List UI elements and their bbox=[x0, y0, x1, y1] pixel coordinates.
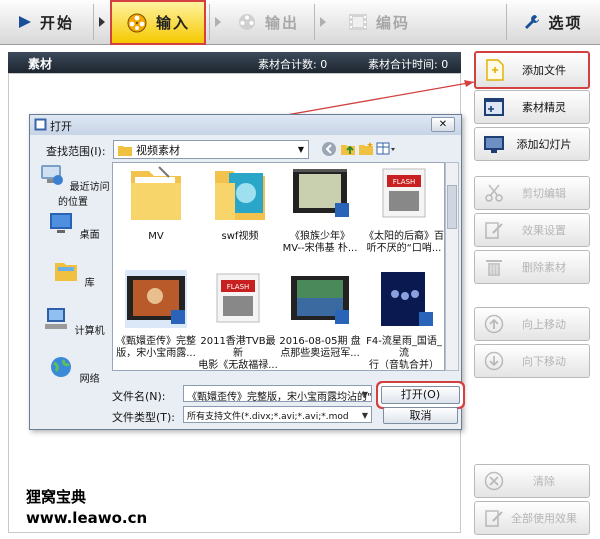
open-button[interactable]: 打开(O) bbox=[381, 386, 460, 404]
file-list-scrollbar[interactable] bbox=[445, 162, 459, 371]
file-item-flash[interactable]: FLASH 2011香港TVB最新 电影《无敌福禄... bbox=[197, 270, 279, 371]
file-item-label: 《狼族少年》 bbox=[290, 231, 350, 242]
recent-places-icon bbox=[41, 165, 64, 185]
folder-icon bbox=[118, 145, 132, 156]
place-desktop[interactable]: 桌面 bbox=[36, 211, 110, 241]
file-item-video[interactable]: F4-流星雨_国语_流 行（音轨合并） bbox=[363, 270, 444, 371]
file-item-flash[interactable]: FLASH 《太阳的后裔》百 听不厌的“口哨... bbox=[363, 165, 444, 255]
flash-badge-text: FLASH bbox=[393, 178, 416, 186]
dialog-titlebar[interactable]: 打开 ✕ bbox=[30, 115, 461, 135]
flash-badge-text: FLASH bbox=[227, 283, 250, 291]
file-item-label: 2011香港TVB最新 bbox=[200, 336, 276, 359]
place-network-label: 网络 bbox=[79, 374, 100, 385]
file-item-label: 2016-08-05期 盘 bbox=[279, 336, 361, 347]
file-item-folder-mv[interactable]: MV bbox=[115, 165, 197, 243]
file-name-label: 文件名(N): bbox=[112, 390, 166, 403]
watermark-title: 狸窝宝典 bbox=[26, 488, 87, 506]
file-item-label-line2: 行（音轨合并） bbox=[369, 360, 439, 371]
chevron-down-icon: ▼ bbox=[297, 145, 304, 154]
flash-file-icon: FLASH bbox=[382, 168, 426, 218]
file-item-label-line2: 听不厌的“口哨... bbox=[366, 243, 442, 254]
video-thumbnail-icon bbox=[293, 169, 349, 217]
file-type-dropdown[interactable]: 所有支持文件(*.divx;*.avi;*.avi;*.mod ▼ bbox=[183, 406, 372, 423]
place-desktop-label: 桌面 bbox=[79, 230, 100, 241]
video-thumbnail-icon bbox=[291, 276, 349, 324]
place-computer-label: 计算机 bbox=[74, 326, 105, 337]
file-name-value: 《甄嬛歪传》完整版，宋小宝雨露均沾的" bbox=[187, 392, 372, 402]
dialog-title: 打开 bbox=[50, 120, 72, 133]
flash-file-icon: FLASH bbox=[216, 273, 260, 323]
app-window: 开始 输入 输出 编码 选项 素材 素材合计数: 0 素材合计时间: 0 添加文… bbox=[0, 0, 600, 539]
open-file-dialog: 打开 ✕ 查找范围(I): 视频素材 ▼ 最近访问的位置 桌面 库 计算机 网络… bbox=[29, 114, 462, 430]
file-item-video-selected[interactable]: 《甄嬛歪传》完整 版，宋小宝雨露... bbox=[115, 270, 197, 360]
dialog-app-icon bbox=[34, 118, 47, 131]
place-library[interactable]: 库 bbox=[36, 259, 110, 289]
scrollbar-thumb[interactable] bbox=[447, 185, 457, 229]
places-bar: 最近访问的位置 桌面 库 计算机 网络 bbox=[36, 163, 110, 403]
video-thumbnail-icon bbox=[125, 270, 187, 328]
place-network[interactable]: 网络 bbox=[36, 355, 110, 385]
chevron-down-icon: ▼ bbox=[361, 390, 368, 399]
back-icon[interactable] bbox=[321, 141, 337, 157]
file-item-label: F4-流星雨_国语_流 bbox=[366, 336, 442, 359]
place-recent-label: 最近访问的位置 bbox=[58, 182, 110, 208]
watermark: 狸窝宝典 www.leawo.cn bbox=[26, 487, 147, 529]
file-item-label-line2: 电影《无敌福禄... bbox=[198, 360, 278, 371]
folder-icon bbox=[131, 166, 181, 220]
dialog-close-button[interactable]: ✕ bbox=[431, 117, 455, 132]
watermark-url: www.leawo.cn bbox=[26, 509, 148, 527]
desktop-icon bbox=[50, 213, 73, 233]
file-item-video[interactable]: 《狼族少年》 MV--宋伟基 朴... bbox=[279, 165, 361, 255]
file-item-label-line2: 点那些奥运冠军... bbox=[280, 348, 360, 359]
file-type-value: 所有支持文件(*.divx;*.avi;*.avi;*.mod bbox=[187, 412, 349, 422]
media-folder-icon bbox=[215, 171, 265, 220]
file-item-label-line2: MV--宋伟基 朴... bbox=[282, 243, 358, 254]
look-in-label: 查找范围(I): bbox=[46, 145, 106, 158]
file-item-label-line2: 版，宋小宝雨露... bbox=[116, 348, 196, 359]
place-computer[interactable]: 计算机 bbox=[36, 307, 110, 337]
new-folder-icon[interactable] bbox=[358, 141, 374, 157]
up-folder-icon[interactable] bbox=[340, 141, 356, 157]
file-item-label: swf视频 bbox=[221, 231, 259, 242]
file-item-video[interactable]: 2016-08-05期 盘 点那些奥运冠军... bbox=[279, 270, 361, 360]
file-item-folder-swf[interactable]: swf视频 bbox=[199, 165, 281, 243]
file-type-label: 文件类型(T): bbox=[112, 411, 176, 424]
file-item-label: 《太阳的后裔》百 bbox=[364, 231, 444, 242]
place-recent[interactable]: 最近访问的位置 bbox=[36, 163, 110, 208]
file-name-field[interactable]: 《甄嬛歪传》完整版，宋小宝雨露均沾的" ▼ bbox=[183, 385, 372, 402]
computer-icon bbox=[45, 308, 68, 329]
network-globe-icon bbox=[51, 357, 72, 377]
file-item-label: MV bbox=[148, 231, 164, 242]
file-list-view[interactable]: MV swf视频 《狼族少年》 MV--宋伟基 朴... FLASH 《太阳的后… bbox=[112, 162, 445, 371]
library-icon bbox=[55, 263, 78, 281]
chevron-down-icon: ▼ bbox=[361, 411, 368, 420]
cancel-button[interactable]: 取消 bbox=[383, 407, 458, 424]
look-in-dropdown[interactable]: 视频素材 ▼ bbox=[113, 140, 309, 159]
place-library-label: 库 bbox=[84, 278, 95, 289]
video-thumbnail-icon bbox=[381, 272, 433, 326]
view-menu-icon[interactable] bbox=[376, 141, 396, 157]
file-item-label: 《甄嬛歪传》完整 bbox=[116, 336, 196, 347]
look-in-value: 视频素材 bbox=[136, 143, 180, 157]
